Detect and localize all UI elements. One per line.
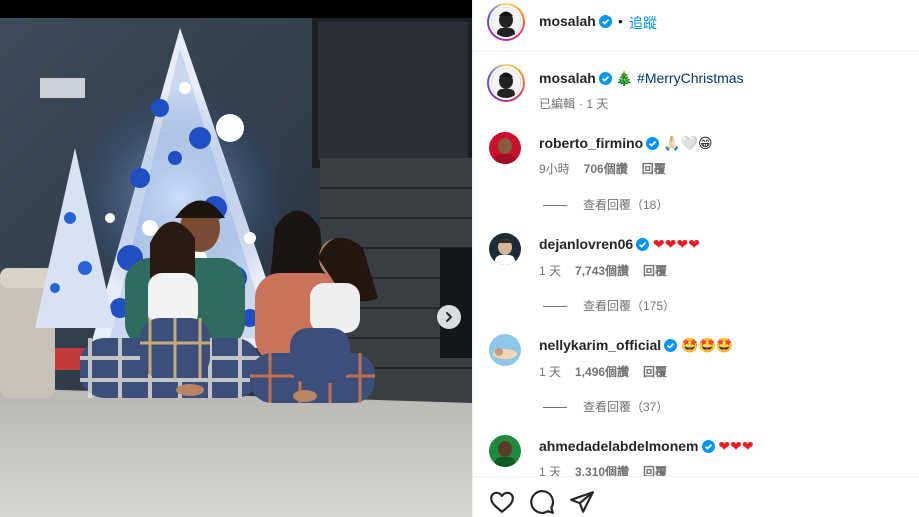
family-christmas-photo (0, 18, 472, 517)
caption-hashtag[interactable]: #MerryChristmas (637, 70, 744, 86)
view-replies-button[interactable]: 查看回覆（18） (543, 196, 668, 213)
post-media (0, 0, 472, 517)
comment-text: 🙏🏻🤍😁 (663, 136, 713, 152)
commenter-avatar[interactable] (489, 435, 521, 467)
comment-time: 9小時 (539, 162, 570, 176)
view-replies-label[interactable]: 查看回覆（175） (583, 299, 675, 313)
caption-time: 1 天 (586, 97, 609, 111)
author-username-text[interactable]: mosalah (539, 13, 596, 29)
avatar-image (489, 132, 521, 164)
verified-badge-icon (664, 339, 678, 352)
reply-button[interactable]: 回覆 (643, 465, 667, 476)
post-photo[interactable] (0, 18, 472, 517)
view-replies-button[interactable]: 查看回覆（37） (543, 398, 668, 415)
comment-username[interactable]: ahmedadelabdelmonem (539, 438, 699, 454)
avatar-image (489, 435, 521, 467)
comment-text: ❤❤❤ (718, 439, 754, 455)
comment-row: roberto_firmino 🙏🏻🤍😁 (539, 135, 713, 152)
verified-badge-icon (701, 440, 715, 453)
edited-label: 已編輯 (539, 97, 576, 111)
avatar-image (489, 334, 521, 366)
verified-badge-icon (646, 137, 660, 150)
divider-line (543, 205, 567, 207)
comment-username[interactable]: dejanlovren06 (539, 236, 633, 252)
divider-line (543, 407, 567, 409)
action-bar (473, 476, 919, 517)
comment-meta: 9小時 706個讚 回覆 (539, 160, 666, 177)
view-replies-label[interactable]: 查看回覆（18） (583, 198, 668, 212)
comment-username[interactable]: nellykarim_official (539, 337, 661, 353)
comment-meta: 1 天 7,743個讚 回覆 (539, 262, 667, 279)
comment-row: nellykarim_official 🤩🤩🤩 (539, 337, 733, 354)
comment-likes[interactable]: 3,310個讚 (575, 465, 629, 476)
divider-line (543, 306, 567, 308)
heart-icon[interactable] (489, 489, 515, 515)
caption-meta: 已編輯 · 1 天 (539, 97, 609, 111)
caption: mosalah 🎄 #MerryChristmas (539, 70, 744, 87)
next-photo-button[interactable] (437, 305, 461, 329)
verified-badge-icon (598, 15, 612, 28)
author-avatar[interactable] (487, 3, 525, 41)
comments-list[interactable]: mosalah 🎄 #MerryChristmas 已編輯 · 1 天 rober… (473, 53, 919, 476)
separator-dot: • (618, 13, 623, 29)
comment-text: ❤❤❤❤ (653, 237, 700, 253)
comment-time: 1 天 (539, 465, 562, 476)
comment-row: ahmedadelabdelmonem ❤❤❤ (539, 438, 754, 455)
view-replies-label[interactable]: 查看回覆（37） (583, 400, 668, 414)
comment-username[interactable]: roberto_firmino (539, 135, 643, 151)
caption-tree-emoji: 🎄 (615, 71, 634, 87)
comment-row: dejanlovren06 ❤❤❤❤ (539, 236, 700, 253)
comment-likes[interactable]: 1,496個讚 (575, 365, 629, 379)
commenter-avatar[interactable] (489, 132, 521, 164)
verified-badge-icon (636, 238, 650, 251)
avatar-portrait-icon (491, 68, 521, 98)
post-details-panel: mosalah • 追蹤 mosalah 🎄 #MerryChristmas 已… (472, 0, 919, 517)
avatar-image (489, 233, 521, 265)
commenter-avatar[interactable] (489, 334, 521, 366)
comment-meta: 1 天 1,496個讚 回覆 (539, 363, 667, 380)
comment-text: 🤩🤩🤩 (681, 338, 734, 354)
comment-likes[interactable]: 706個讚 (584, 162, 628, 176)
caption-author-avatar[interactable] (487, 64, 525, 102)
reply-button[interactable]: 回覆 (643, 264, 667, 278)
reply-button[interactable]: 回覆 (642, 162, 666, 176)
paper-plane-icon[interactable] (569, 489, 595, 515)
media-top-bar (0, 0, 472, 18)
reply-button[interactable]: 回覆 (643, 365, 667, 379)
caption-username[interactable]: mosalah (539, 70, 596, 86)
comment-likes[interactable]: 7,743個讚 (575, 264, 629, 278)
post-header: mosalah • 追蹤 (473, 0, 919, 52)
view-replies-button[interactable]: 查看回覆（175） (543, 297, 675, 314)
comment-time: 1 天 (539, 264, 562, 278)
author-username[interactable]: mosalah (539, 13, 612, 29)
verified-badge-icon (598, 72, 612, 85)
comment-meta: 1 天 3,310個讚 回覆 (539, 463, 667, 476)
comment-icon[interactable] (529, 489, 555, 515)
commenter-avatar[interactable] (489, 233, 521, 265)
follow-button[interactable]: 追蹤 (629, 13, 657, 33)
chevron-right-icon (446, 312, 452, 322)
avatar-portrait-icon (491, 7, 521, 37)
comment-time: 1 天 (539, 365, 562, 379)
